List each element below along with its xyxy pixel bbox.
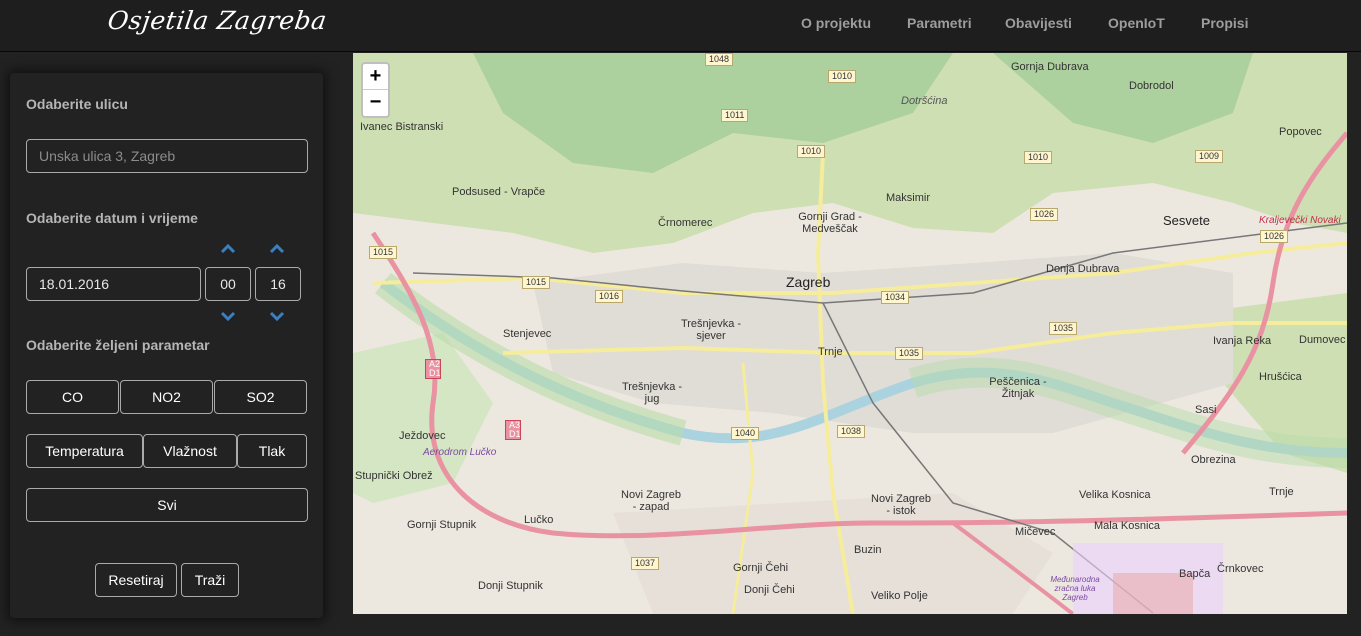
parameter-label: Odaberite željeni parametar	[26, 337, 210, 353]
map-label: Veliko Polje	[871, 590, 928, 602]
street-input[interactable]: Unska ulica 3, Zagreb	[26, 139, 308, 173]
road-shield: 1010	[828, 70, 857, 83]
nav-parametri[interactable]: Parametri	[907, 15, 972, 31]
param-temperatura-button[interactable]: Temperatura	[26, 434, 143, 468]
map-label: Trnje	[818, 346, 843, 358]
map-label: Stenjevec	[503, 328, 552, 340]
map-label: Mičevec	[1015, 526, 1056, 538]
brand-logo[interactable]: Osjetila Zagreba	[106, 6, 329, 35]
road-shield: 1010	[1024, 151, 1053, 164]
road-shield: 1011	[721, 109, 749, 122]
date-input[interactable]: 18.01.2016	[26, 267, 201, 301]
road-shield: 1015	[369, 246, 398, 259]
hour-up-chevron-icon[interactable]	[219, 243, 237, 255]
map-view[interactable]: + − Zagreb Gornja Dubrava Dobrodol Popov…	[353, 53, 1347, 614]
map-label: Trešnjevka - sjever	[680, 318, 742, 342]
param-so2-button[interactable]: SO2	[214, 380, 307, 414]
map-label: Lučko	[524, 514, 554, 526]
map-label: Dumovec	[1299, 334, 1346, 346]
road-shield: 1015	[522, 276, 551, 289]
minute-input[interactable]: 16	[255, 267, 301, 301]
zoom-control: + −	[361, 62, 390, 118]
map-label: Ivanja Reka	[1213, 335, 1272, 347]
nav-o-projektu[interactable]: O projektu	[801, 15, 871, 31]
map-label: Stupnički Obrež	[355, 470, 433, 482]
street-label: Odaberite ulicu	[26, 96, 128, 112]
map-label: Mala Kosnica	[1094, 520, 1161, 532]
param-no2-button[interactable]: NO2	[120, 380, 213, 414]
road-shield: 1026	[1030, 208, 1059, 221]
map-label: Gornji Stupnik	[407, 519, 477, 531]
param-tlak-button[interactable]: Tlak	[237, 434, 307, 468]
map-label: Donja Dubrava	[1046, 263, 1120, 275]
zoom-in-button[interactable]: +	[363, 64, 388, 90]
map-label: Buzin	[854, 544, 882, 556]
map-label: Novi Zagreb - zapad	[621, 489, 681, 513]
map-label: Međunarodna zračna luka Zagreb	[1050, 575, 1100, 602]
top-navbar: Osjetila Zagreba O projektu Parametri Ob…	[0, 0, 1361, 52]
road-shield: 1016	[595, 290, 624, 303]
map-label: Črnomerec	[658, 217, 713, 229]
zoom-out-button[interactable]: −	[363, 90, 388, 116]
param-vlaznost-button[interactable]: Vlažnost	[143, 434, 237, 468]
highway-shield: A2 D1	[425, 359, 441, 379]
map-label: Ježdovec	[399, 430, 446, 442]
map-label: Sesvete	[1163, 213, 1210, 228]
nav-openiot[interactable]: OpenIoT	[1108, 15, 1165, 31]
map-city-label: Zagreb	[786, 274, 831, 290]
map-label: Donji Čehi	[744, 584, 795, 596]
map-label: Gornji Čehi	[733, 562, 789, 574]
map-label: Gornji Grad - Medveščak	[798, 211, 862, 235]
search-panel: Odaberite ulicu Unska ulica 3, Zagreb Od…	[10, 73, 323, 618]
map-label: Kraljevečki Novaki	[1259, 215, 1341, 226]
map-label: Gornja Dubrava	[1011, 61, 1089, 73]
hour-input[interactable]: 00	[205, 267, 251, 301]
highway-shield: A3 D1	[505, 420, 521, 440]
map-label: Sasi	[1195, 404, 1217, 416]
nav-obavijesti[interactable]: Obavijesti	[1005, 15, 1072, 31]
road-shield: 1038	[837, 425, 866, 438]
map-label: Novi Zagreb - istok	[871, 493, 931, 517]
road-shield: 1035	[1049, 322, 1078, 335]
reset-button[interactable]: Resetiraj	[95, 563, 177, 597]
road-shield: 1035	[895, 347, 924, 360]
hour-down-chevron-icon[interactable]	[219, 310, 237, 322]
road-shield: 1037	[631, 557, 660, 570]
map-label: Hrušćica	[1259, 371, 1302, 383]
datetime-label: Odaberite datum i vrijeme	[26, 210, 198, 226]
map-label: Obrezina	[1191, 454, 1236, 466]
param-co-button[interactable]: CO	[26, 380, 119, 414]
road-shield: 1040	[731, 427, 760, 440]
map-label: Peščenica - Žitnjak	[989, 376, 1047, 400]
map-label: Črnkovec	[1217, 563, 1264, 575]
search-button[interactable]: Traži	[181, 563, 239, 597]
map-label: Donji Stupnik	[478, 580, 543, 592]
map-label: Ivanec Bistranski	[360, 121, 444, 133]
map-label: Velika Kosnica	[1079, 489, 1151, 501]
nav-propisi[interactable]: Propisi	[1201, 15, 1248, 31]
map-label: Popovec	[1279, 126, 1322, 138]
map-label: Maksimir	[886, 192, 930, 204]
map-label: Dotršćina	[901, 95, 948, 107]
param-all-button[interactable]: Svi	[26, 488, 308, 522]
road-shield: 1048	[705, 53, 734, 66]
road-shield: 1010	[797, 145, 826, 158]
map-label: Bapča	[1179, 568, 1211, 580]
road-shield: 1009	[1195, 150, 1224, 163]
map-label: Dobrodol	[1129, 80, 1174, 92]
minute-up-chevron-icon[interactable]	[268, 243, 286, 255]
road-shield: 1026	[1260, 230, 1289, 243]
map-label: Trešnjevka - jug	[621, 381, 683, 405]
map-label: Podsused - Vrapče	[452, 186, 546, 198]
map-label: Trnje	[1269, 486, 1294, 498]
map-label: Aerodrom Lučko	[423, 447, 497, 458]
road-shield: 1034	[881, 291, 910, 304]
minute-down-chevron-icon[interactable]	[268, 310, 286, 322]
